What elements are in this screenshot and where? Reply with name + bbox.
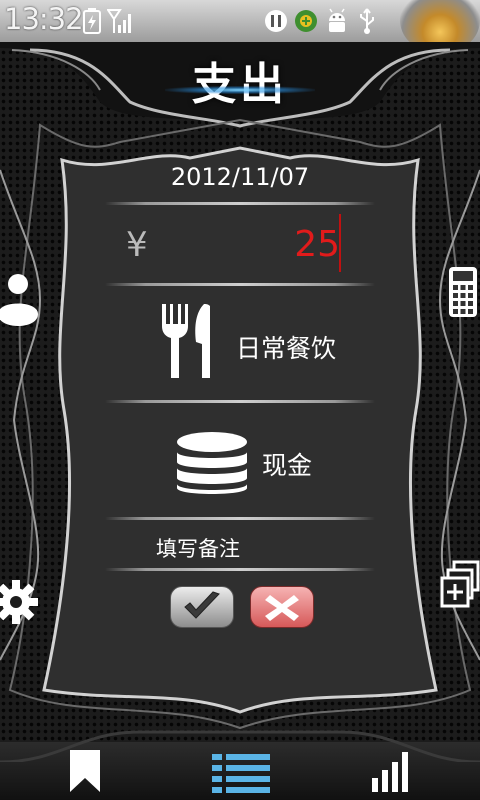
checkmark-icon: [184, 591, 220, 619]
note-input[interactable]: 填写备注: [156, 533, 240, 563]
confirm-button[interactable]: [170, 586, 234, 628]
divider: [105, 517, 375, 520]
bar-chart-icon: [372, 752, 408, 792]
user-icon[interactable]: [0, 270, 38, 332]
gear-icon[interactable]: [0, 576, 44, 628]
list-tab[interactable]: [212, 752, 270, 794]
category-label: 日常餐饮: [236, 334, 337, 363]
divider: [105, 568, 375, 571]
add-copy-icon[interactable]: [440, 560, 480, 610]
divider: [105, 283, 375, 286]
divider: [105, 202, 375, 205]
coins-stack-icon: [177, 432, 247, 494]
divider: [105, 400, 375, 403]
cancel-button[interactable]: [250, 586, 314, 628]
account-label: 现金: [262, 451, 313, 480]
list-icon: [212, 754, 270, 793]
text-cursor: [339, 214, 341, 272]
currency-symbol: ¥: [126, 225, 148, 265]
calculator-icon[interactable]: [448, 266, 478, 318]
date-field[interactable]: 2012/11/07: [0, 163, 480, 191]
bookmark-icon: [70, 750, 100, 792]
amount-input[interactable]: 25: [294, 224, 340, 265]
bookmark-tab[interactable]: [68, 748, 102, 794]
fork-knife-icon: [162, 304, 210, 378]
stats-tab[interactable]: [370, 748, 412, 794]
close-x-icon: [265, 595, 299, 621]
